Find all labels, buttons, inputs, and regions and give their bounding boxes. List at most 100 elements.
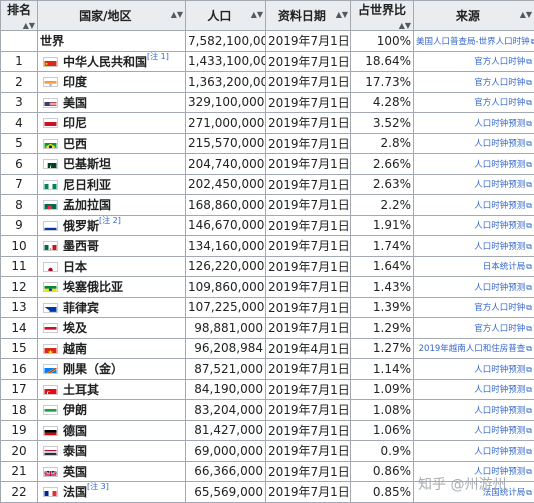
source-cell[interactable]: 人口时钟预测⧉: [414, 215, 534, 236]
country-name[interactable]: 印尼: [63, 116, 87, 130]
source-link[interactable]: 人口时钟预测: [474, 283, 525, 293]
share-cell: 100%: [351, 31, 414, 52]
source-link[interactable]: 美国人口普查局-世界人口时钟: [416, 37, 530, 47]
source-link[interactable]: 人口时钟预测: [474, 201, 525, 211]
source-link[interactable]: 人口时钟预测: [474, 242, 525, 252]
source-link[interactable]: 人口时钟预测: [474, 119, 525, 129]
source-cell[interactable]: 人口时钟预测⧉: [414, 154, 534, 175]
source-cell[interactable]: 人口时钟预测⧉: [414, 174, 534, 195]
source-cell[interactable]: 人口时钟预测⧉: [414, 379, 534, 400]
header-source[interactable]: 来源▲▼: [414, 1, 534, 31]
header-population[interactable]: 人口▲▼: [186, 1, 266, 31]
source-link[interactable]: 人口时钟预测: [474, 426, 525, 436]
country-name[interactable]: 日本: [63, 260, 87, 274]
rank-cell: 16: [1, 359, 38, 380]
sort-icon[interactable]: ▲▼: [399, 21, 411, 30]
country-name[interactable]: 泰国: [63, 444, 87, 458]
header-rank[interactable]: 排名▲▼: [1, 1, 38, 31]
source-link[interactable]: 官方人口时钟: [474, 303, 525, 313]
date-cell: 2019年7月1日: [266, 51, 351, 72]
source-link[interactable]: 官方人口时钟: [474, 98, 525, 108]
source-cell[interactable]: 人口时钟预测⧉: [414, 195, 534, 216]
source-cell[interactable]: 人口时钟预测⧉: [414, 420, 534, 441]
source-cell[interactable]: 官方人口时钟⧉: [414, 92, 534, 113]
share-cell: 1.91%: [351, 215, 414, 236]
population-cell: 271,000,000: [186, 113, 266, 134]
share-cell: 2.8%: [351, 133, 414, 154]
table-row: 18伊朗83,204,0002019年7月1日1.08%人口时钟预测⧉: [1, 400, 534, 421]
source-link[interactable]: 人口时钟预测: [474, 221, 525, 231]
sort-icon[interactable]: ▲▼: [336, 10, 348, 19]
country-name[interactable]: 土耳其: [63, 383, 99, 397]
footnote-link[interactable]: [注 1]: [147, 52, 169, 61]
country-name[interactable]: 德国: [63, 424, 87, 438]
country-name[interactable]: 墨西哥: [63, 239, 99, 253]
country-name[interactable]: 中华人民共和国: [63, 55, 147, 69]
rank-cell: 1: [1, 51, 38, 72]
country-name[interactable]: 法国: [63, 485, 87, 499]
country-name[interactable]: 菲律宾: [63, 301, 99, 315]
source-cell[interactable]: 美国人口普查局-世界人口时钟⧉: [414, 31, 534, 52]
source-link[interactable]: 官方人口时钟: [474, 57, 525, 67]
source-cell[interactable]: 官方人口时钟⧉: [414, 297, 534, 318]
source-cell[interactable]: 官方人口时钟⧉: [414, 72, 534, 93]
country-name[interactable]: 巴基斯坦: [63, 157, 111, 171]
source-cell[interactable]: 人口时钟预测⧉: [414, 400, 534, 421]
source-link[interactable]: 人口时钟预测: [474, 385, 525, 395]
source-link[interactable]: 人口时钟预测: [474, 406, 525, 416]
source-cell[interactable]: 官方人口时钟⧉: [414, 51, 534, 72]
header-share[interactable]: 占世界比▲▼: [351, 1, 414, 31]
source-cell[interactable]: 官方人口时钟⧉: [414, 318, 534, 339]
external-link-icon: ⧉: [526, 221, 532, 230]
country-name[interactable]: 俄罗斯: [63, 219, 99, 233]
source-link[interactable]: 2019年越南人口和住房普查: [419, 344, 526, 354]
country-cell: 土耳其: [38, 379, 186, 400]
sort-icon[interactable]: ▲▼: [251, 10, 263, 19]
sort-icon[interactable]: ▲▼: [23, 21, 35, 30]
table-row: 15越南96,208,9842019年4月1日1.27%2019年越南人口和住房…: [1, 338, 534, 359]
external-link-icon: ⧉: [526, 98, 532, 107]
flag-ru-icon: [43, 221, 58, 231]
source-cell[interactable]: 人口时钟预测⧉: [414, 277, 534, 298]
flag-ng-icon: [43, 180, 58, 190]
sort-icon[interactable]: ▲▼: [171, 10, 183, 19]
source-cell[interactable]: 日本统计局⧉: [414, 256, 534, 277]
date-cell: 2019年7月1日: [266, 236, 351, 257]
source-cell[interactable]: 人口时钟预测⧉: [414, 113, 534, 134]
table-row: 20泰国69,000,0002019年7月1日0.9%人口时钟预测⧉: [1, 441, 534, 462]
source-cell[interactable]: 人口时钟预测⧉: [414, 359, 534, 380]
source-cell[interactable]: 人口时钟预测⧉: [414, 236, 534, 257]
source-cell[interactable]: 2019年越南人口和住房普查⧉: [414, 338, 534, 359]
country-name[interactable]: 伊朗: [63, 403, 87, 417]
share-cell: 17.73%: [351, 72, 414, 93]
country-name[interactable]: 英国: [63, 465, 87, 479]
source-link[interactable]: 官方人口时钟: [474, 78, 525, 88]
share-cell: 2.63%: [351, 174, 414, 195]
header-date[interactable]: 资料日期▲▼: [266, 1, 351, 31]
source-link[interactable]: 人口时钟预测: [474, 447, 525, 457]
sort-icon[interactable]: ▲▼: [520, 10, 532, 19]
country-name[interactable]: 越南: [63, 342, 87, 356]
source-link[interactable]: 人口时钟预测: [474, 139, 525, 149]
source-cell[interactable]: 人口时钟预测⧉: [414, 441, 534, 462]
population-cell: 98,881,000: [186, 318, 266, 339]
header-country[interactable]: 国家/地区▲▼: [38, 1, 186, 31]
country-name[interactable]: 美国: [63, 96, 87, 110]
footnote-link[interactable]: [注 2]: [99, 216, 121, 225]
external-link-icon: ⧉: [526, 488, 532, 497]
country-name[interactable]: 巴西: [63, 137, 87, 151]
country-name[interactable]: 埃塞俄比亚: [63, 280, 123, 294]
country-name[interactable]: 埃及: [63, 321, 87, 335]
source-link[interactable]: 官方人口时钟: [474, 324, 525, 334]
source-link[interactable]: 人口时钟预测: [474, 160, 525, 170]
source-cell[interactable]: 人口时钟预测⧉: [414, 133, 534, 154]
source-link[interactable]: 日本统计局: [483, 262, 526, 272]
rank-cell: 14: [1, 318, 38, 339]
country-name[interactable]: 印度: [63, 75, 87, 89]
country-name[interactable]: 刚果（金）: [63, 362, 123, 376]
footnote-link[interactable]: [注 3]: [87, 482, 109, 491]
source-link[interactable]: 人口时钟预测: [474, 180, 525, 190]
country-name[interactable]: 尼日利亚: [63, 178, 111, 192]
source-link[interactable]: 人口时钟预测: [474, 365, 525, 375]
country-name[interactable]: 孟加拉国: [63, 198, 111, 212]
